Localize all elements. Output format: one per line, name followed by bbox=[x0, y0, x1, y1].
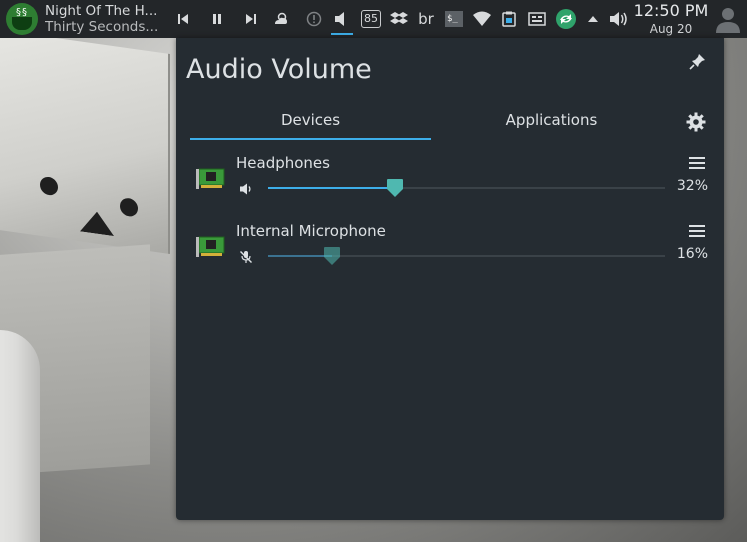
speaker-icon[interactable] bbox=[239, 181, 255, 197]
settings-button[interactable] bbox=[686, 112, 708, 134]
wallpaper-danbo-head bbox=[0, 25, 170, 255]
pin-button[interactable] bbox=[689, 52, 711, 74]
tab-bar: Devices Applications bbox=[190, 108, 672, 140]
top-panel: §§ Night Of The H... Thirty Seconds... 8… bbox=[0, 0, 747, 38]
dropbox-icon[interactable] bbox=[389, 9, 409, 29]
device-headphones: Headphones 32% bbox=[176, 154, 724, 214]
kdeconnect-icon[interactable] bbox=[527, 9, 547, 29]
clipboard-icon[interactable] bbox=[500, 9, 518, 29]
volume-slider-handle[interactable] bbox=[386, 178, 404, 198]
wifi-icon[interactable] bbox=[471, 9, 493, 29]
wallpaper-cup bbox=[0, 330, 40, 542]
tab-applications[interactable]: Applications bbox=[431, 108, 672, 140]
notifications-icon[interactable] bbox=[305, 9, 323, 29]
sound-card-icon bbox=[196, 166, 226, 192]
user-avatar-icon[interactable] bbox=[714, 5, 742, 33]
expand-tray-icon[interactable] bbox=[585, 9, 601, 29]
next-track-icon[interactable] bbox=[243, 9, 259, 29]
gear-icon bbox=[686, 112, 706, 132]
previous-track-icon[interactable] bbox=[175, 9, 191, 29]
sync-icon[interactable] bbox=[554, 9, 578, 29]
volume-slider-fill bbox=[268, 187, 396, 189]
popup-title: Audio Volume bbox=[186, 54, 372, 85]
device-menu-button[interactable] bbox=[688, 154, 706, 172]
volume-slider[interactable] bbox=[268, 247, 665, 265]
device-menu-button[interactable] bbox=[688, 222, 706, 240]
sound-card-icon bbox=[196, 234, 226, 260]
volume-slider-handle[interactable] bbox=[323, 246, 341, 266]
media-info[interactable]: Night Of The H... Thirty Seconds... bbox=[45, 3, 165, 35]
microphone-muted-icon[interactable] bbox=[239, 249, 255, 265]
media-player-icon[interactable]: §§ bbox=[6, 3, 38, 35]
clock[interactable]: 12:50 PM Aug 20 bbox=[632, 1, 710, 37]
pin-icon bbox=[689, 54, 705, 70]
volume-percent: 16% bbox=[676, 246, 708, 262]
terminal-icon[interactable]: $_ bbox=[444, 9, 464, 29]
device-name: Headphones bbox=[236, 154, 330, 172]
clock-date: Aug 20 bbox=[649, 22, 693, 36]
audio-volume-popup: Audio Volume Devices Applications Headph… bbox=[176, 38, 724, 520]
clock-time: 12:50 PM bbox=[633, 1, 709, 20]
media-artist: Thirty Seconds... bbox=[45, 19, 159, 35]
device-name: Internal Microphone bbox=[236, 222, 386, 240]
volume-icon[interactable] bbox=[332, 9, 352, 29]
pause-icon[interactable] bbox=[209, 9, 225, 29]
temperature-badge[interactable]: 85 bbox=[360, 9, 382, 29]
device-internal-microphone: Internal Microphone 16% bbox=[176, 222, 724, 282]
volume-active-indicator bbox=[331, 33, 353, 35]
volume-percent: 32% bbox=[676, 178, 708, 194]
volume-tray-icon[interactable] bbox=[608, 9, 630, 29]
tab-devices[interactable]: Devices bbox=[190, 108, 431, 140]
keyboard-layout[interactable]: br bbox=[416, 9, 436, 29]
media-title: Night Of The H... bbox=[45, 3, 158, 19]
volume-slider[interactable] bbox=[268, 179, 665, 197]
weather-icon[interactable] bbox=[272, 9, 290, 29]
